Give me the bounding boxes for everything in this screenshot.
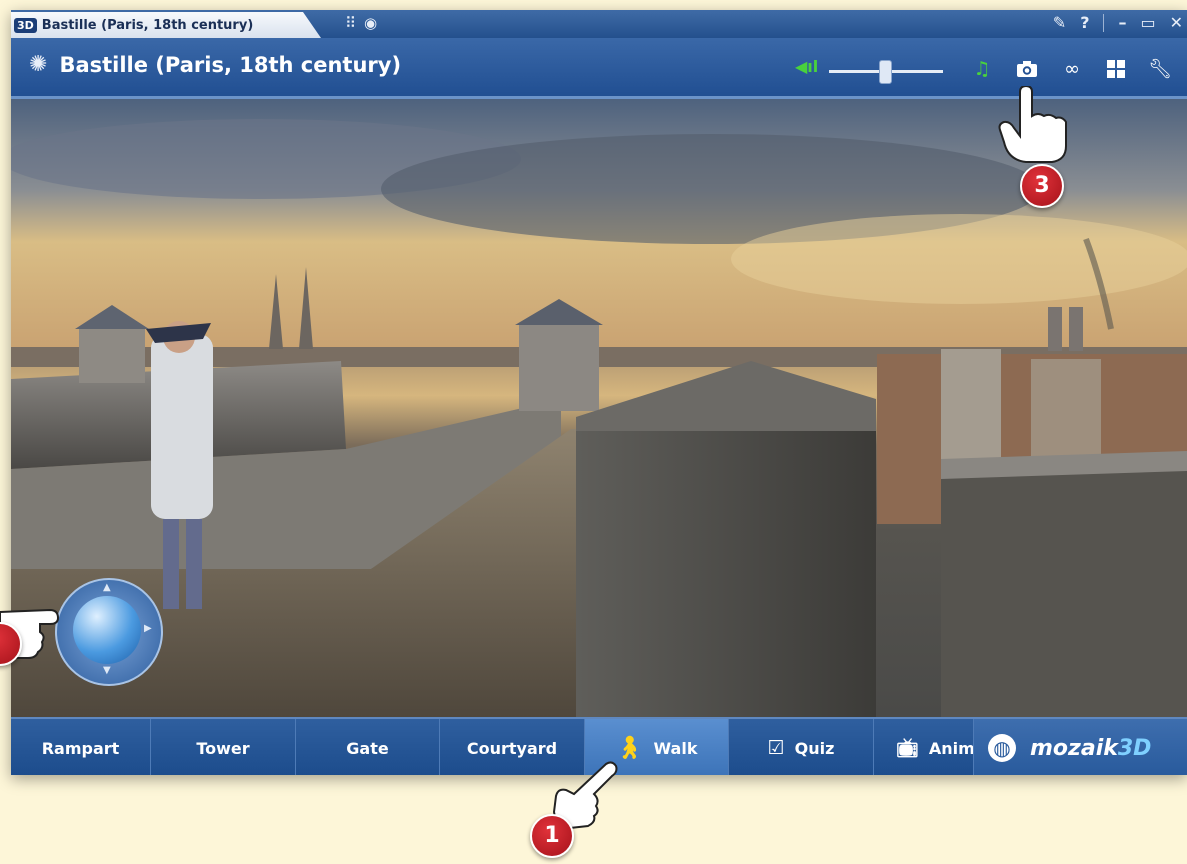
- window-controls: ✎ ? – ▭ ✕: [1053, 13, 1183, 32]
- pin-icon[interactable]: ✎: [1053, 13, 1066, 32]
- nav-item-quiz[interactable]: ☑ Quiz: [729, 719, 874, 775]
- window-title-strip: 3D Bastille (Paris, 18th century) ⠿ ◉ ✎ …: [11, 10, 1187, 38]
- nav-item-rampart[interactable]: Rampart: [11, 719, 151, 775]
- brand-name: mozaik3D: [1030, 736, 1151, 761]
- link-icon[interactable]: ∞: [1059, 56, 1085, 82]
- page-title-text: Bastille (Paris, 18th century): [59, 52, 402, 77]
- divider: [1103, 13, 1105, 32]
- window-tab[interactable]: 3D Bastille (Paris, 18th century): [11, 12, 321, 38]
- page-title: ✺ Bastille (Paris, 18th century): [29, 52, 401, 77]
- nav-item-anim[interactable]: 📺︎ Anim: [874, 719, 974, 775]
- tv-icon: 📺︎: [896, 737, 919, 759]
- 3d-viewport[interactable]: ▲ ▼ ▶: [11, 99, 1187, 717]
- pointing-hand-icon: [998, 86, 1067, 163]
- brand-name-text: mozaik: [1030, 735, 1118, 761]
- nav-item-label: Quiz: [794, 738, 835, 758]
- app-logo-3d: 3D: [14, 17, 37, 33]
- bastille-scene-image: [11, 99, 1187, 717]
- globe-icon[interactable]: ◉: [364, 14, 377, 32]
- music-icon[interactable]: ♫: [969, 56, 995, 82]
- tab-icons: ⠿ ◉: [345, 14, 377, 32]
- nav-item-label: Tower: [196, 738, 250, 758]
- wrench-icon[interactable]: 🔧︎: [1147, 56, 1173, 82]
- maximize-icon[interactable]: ▭: [1140, 13, 1155, 32]
- grid-dots-icon[interactable]: ⠿: [345, 14, 356, 32]
- window-tab-title: Bastille (Paris, 18th century): [41, 17, 254, 33]
- close-icon[interactable]: ✕: [1170, 13, 1183, 32]
- nav-item-label: Anim: [928, 738, 974, 758]
- help-icon[interactable]: ?: [1080, 13, 1089, 32]
- arrow-up-icon: ▲: [103, 582, 111, 593]
- nav-item-label: Courtyard: [466, 738, 558, 758]
- walking-person-icon: 🚶︎: [615, 735, 644, 761]
- step-badge-3: 3: [1020, 164, 1064, 208]
- brand-suffix: 3D: [1117, 735, 1152, 761]
- layout-icon[interactable]: [1103, 56, 1129, 82]
- globe-icon: ◍: [988, 734, 1016, 762]
- loading-spinner-icon: ✺: [29, 52, 48, 77]
- arrow-down-icon: ▼: [103, 665, 111, 676]
- nav-item-label: Rampart: [41, 738, 120, 758]
- minimize-icon[interactable]: –: [1118, 13, 1126, 32]
- nav-item-tower[interactable]: Tower: [151, 719, 296, 775]
- camera-icon[interactable]: [1014, 56, 1040, 82]
- checklist-icon: ☑: [767, 737, 785, 759]
- brand-logo: ◍ mozaik3D: [974, 719, 1187, 775]
- nav-item-gate[interactable]: Gate: [296, 719, 440, 775]
- speaker-icon[interactable]: ◀ıl: [795, 57, 818, 76]
- nav-item-label: Walk: [653, 738, 698, 758]
- step-badge-1: 1: [530, 814, 574, 858]
- arrow-right-icon: ▶: [144, 623, 152, 634]
- nav-item-label: Gate: [346, 738, 389, 758]
- volume-slider-thumb[interactable]: [879, 60, 892, 84]
